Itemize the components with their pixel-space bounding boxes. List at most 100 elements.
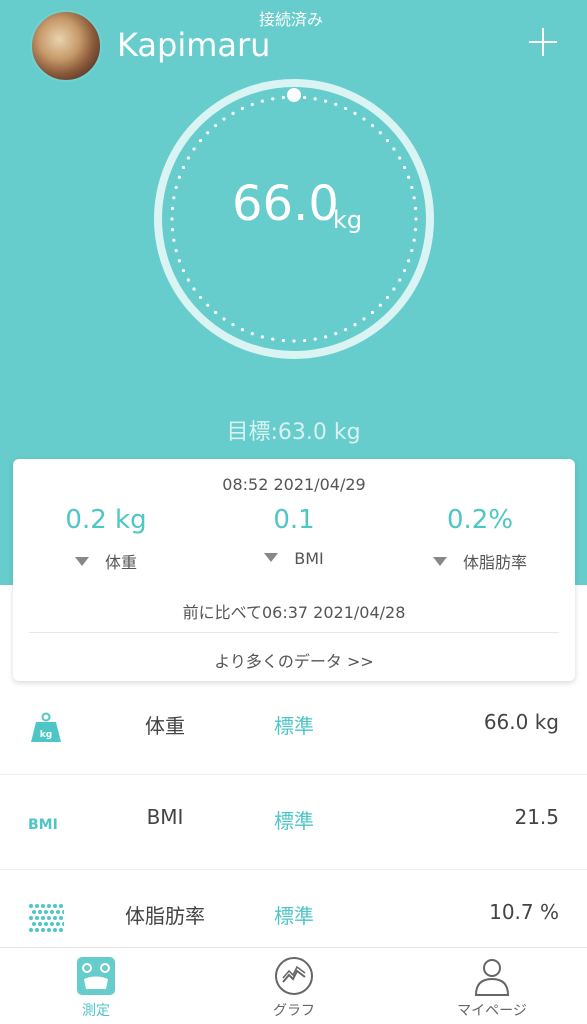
gauge-dot xyxy=(343,106,348,111)
metric-status: 標準 xyxy=(274,809,314,833)
gauge-dot xyxy=(181,165,186,170)
gauge-dot xyxy=(412,238,416,242)
gauge-dot xyxy=(402,268,407,273)
fat-dot xyxy=(41,916,45,920)
gauge-dot xyxy=(170,217,174,221)
compare-text: 前に比べて06:37 2021/04/28 xyxy=(182,603,406,622)
gauge-dot xyxy=(410,185,414,190)
metric-row-bmi[interactable]: BMI BMI 標準 21.5 xyxy=(0,775,587,870)
gauge-dot xyxy=(413,228,418,232)
measurement-timestamp: 08:52 2021/04/29 xyxy=(222,475,366,494)
goal-weight: 目標:63.0 kg xyxy=(226,420,361,445)
triangle-down-icon xyxy=(74,557,89,566)
gauge-dot xyxy=(343,327,348,332)
gauge-dot xyxy=(392,287,396,291)
gauge-dot xyxy=(170,228,175,232)
fat-dot xyxy=(62,910,64,914)
username[interactable]: Kapimaru xyxy=(117,26,270,64)
fat-dot xyxy=(35,916,39,920)
tab-mypage[interactable]: マイページ xyxy=(432,956,552,1020)
gauge-dot xyxy=(413,206,418,210)
gauge-dot xyxy=(378,131,382,135)
gauge-dot xyxy=(271,97,275,101)
metric-status: 標準 xyxy=(274,904,314,928)
gauge-dot xyxy=(392,147,396,151)
gauge-dot xyxy=(407,259,411,263)
tab-label: グラフ xyxy=(273,1003,315,1019)
stat-bodyfat-change: 0.2% 体脂肪率 xyxy=(390,505,570,573)
gauge-dot xyxy=(177,259,181,263)
fat-dot xyxy=(38,910,42,914)
fat-dot xyxy=(44,922,48,926)
gauge-dot xyxy=(192,147,196,151)
stat-weight-change: 0.2 kg 体重 xyxy=(16,505,196,573)
tab-label: 測定 xyxy=(82,1003,110,1019)
gauge-dot xyxy=(172,238,176,242)
summary-card: 08:52 2021/04/29 0.2 kg 体重 0.1 BMI 0.2% … xyxy=(13,459,575,681)
fat-dot xyxy=(41,904,45,908)
gauge-dot xyxy=(240,327,245,332)
stat-label: 体脂肪率 xyxy=(390,549,570,573)
current-weight: 66.0 xyxy=(232,176,339,232)
person-icon xyxy=(474,959,510,996)
gauge-dot xyxy=(412,196,416,200)
body-fat-dots-icon xyxy=(29,904,64,932)
gauge-dot xyxy=(414,217,418,221)
metric-name: 体重 xyxy=(145,714,185,738)
gauge-dot xyxy=(323,99,328,103)
triangle-down-icon xyxy=(264,553,279,562)
svg-text:BMI: BMI xyxy=(28,817,58,833)
metric-value: 21.5 xyxy=(514,805,559,829)
stat-value: 0.2% xyxy=(446,505,514,535)
gauge-dot xyxy=(398,156,402,160)
more-data-link[interactable]: より多くのデータ >> xyxy=(13,648,575,672)
fat-dot xyxy=(53,904,57,908)
fat-dot xyxy=(47,928,51,932)
fat-dot xyxy=(29,904,33,908)
avatar[interactable] xyxy=(30,10,102,82)
svg-text:kg: kg xyxy=(40,730,52,740)
gauge-dot xyxy=(250,102,254,106)
tab-bar: 測定 グラフ マイページ xyxy=(0,947,587,1024)
add-button[interactable] xyxy=(527,26,559,58)
tab-measure[interactable]: 測定 xyxy=(36,956,156,1020)
gauge-dot xyxy=(198,138,203,143)
metric-row-weight[interactable]: kg 体重 標準 66.0 kg xyxy=(0,680,587,775)
fat-dot xyxy=(53,928,57,932)
fat-dot xyxy=(59,904,63,908)
metric-value: 66.0 kg xyxy=(483,710,559,734)
fat-dot xyxy=(56,922,60,926)
gauge-dot xyxy=(206,131,210,135)
gauge-dot xyxy=(334,332,338,336)
gauge-dot xyxy=(231,323,235,327)
weight-unit: kg xyxy=(333,206,363,234)
gauge-dot xyxy=(198,295,203,300)
gauge-dot xyxy=(260,335,265,339)
gauge-dot xyxy=(186,156,190,160)
gauge-dot xyxy=(313,97,317,101)
gauge-dot xyxy=(206,303,210,307)
gauge-dot xyxy=(292,339,296,343)
gauge-dot xyxy=(177,175,181,179)
divider xyxy=(29,632,559,633)
tab-label: マイページ xyxy=(457,1003,527,1019)
fat-dot xyxy=(44,910,48,914)
fat-dot xyxy=(56,910,60,914)
fat-dot xyxy=(41,928,45,932)
gauge-dot xyxy=(334,102,338,106)
fat-dot xyxy=(53,916,57,920)
gauge-dot xyxy=(192,287,196,291)
gauge-dot xyxy=(303,95,307,100)
gauge-dot xyxy=(385,295,390,300)
fat-dot xyxy=(50,922,54,926)
fat-dot xyxy=(59,928,63,932)
metric-status: 標準 xyxy=(274,714,314,738)
gauge-dot xyxy=(250,332,254,336)
fat-dot xyxy=(32,922,36,926)
tab-graph[interactable]: グラフ xyxy=(234,956,354,1020)
gauge-dot xyxy=(385,138,390,143)
gauge-dot xyxy=(378,303,382,307)
metric-name: 体脂肪率 xyxy=(125,904,205,928)
gauge-dot xyxy=(172,196,176,200)
gauge-dot xyxy=(181,268,186,273)
